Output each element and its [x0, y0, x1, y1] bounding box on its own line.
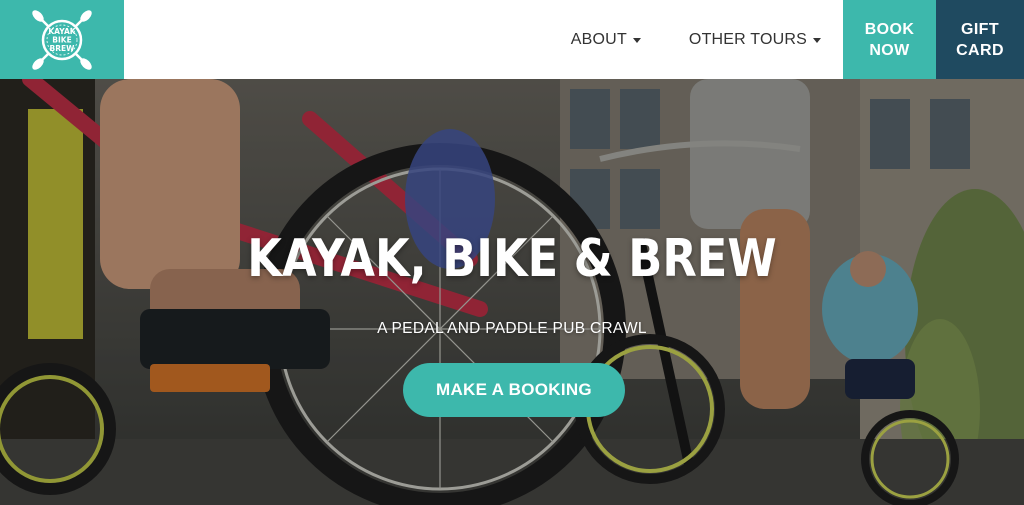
main-nav: ABOUT OTHER TOURS [124, 0, 843, 79]
chevron-down-icon [632, 38, 641, 43]
nav-about[interactable]: ABOUT [571, 31, 641, 49]
hero-subtitle: A PEDAL AND PADDLE PUB CRAWL [377, 320, 647, 337]
make-a-booking-button[interactable]: MAKE A BOOKING [403, 363, 625, 417]
site-header: KAYAK BIKE BREW ABOUT OTHER TOURS BOOK N… [0, 0, 1024, 79]
page: KAYAK BIKE BREW ABOUT OTHER TOURS BOOK N… [0, 0, 1024, 505]
hero-section: KAYAK, BIKE & BREW A PEDAL AND PADDLE PU… [0, 79, 1024, 505]
kayak-bike-brew-logo-icon: KAYAK BIKE BREW [32, 9, 92, 70]
nav-other-tours-label: OTHER TOURS [688, 30, 807, 48]
hero-content: KAYAK, BIKE & BREW A PEDAL AND PADDLE PU… [0, 79, 1024, 505]
hero-title: KAYAK, BIKE & BREW [247, 229, 777, 289]
gift-card-button[interactable]: GIFT CARD [936, 0, 1024, 79]
nav-about-label: ABOUT [570, 30, 627, 48]
chevron-down-icon [813, 38, 821, 43]
svg-text:BREW: BREW [50, 44, 76, 53]
book-now-button[interactable]: BOOK NOW [843, 0, 936, 79]
logo[interactable]: KAYAK BIKE BREW [0, 0, 124, 79]
nav-other-tours[interactable]: OTHER TOURS [689, 31, 821, 49]
